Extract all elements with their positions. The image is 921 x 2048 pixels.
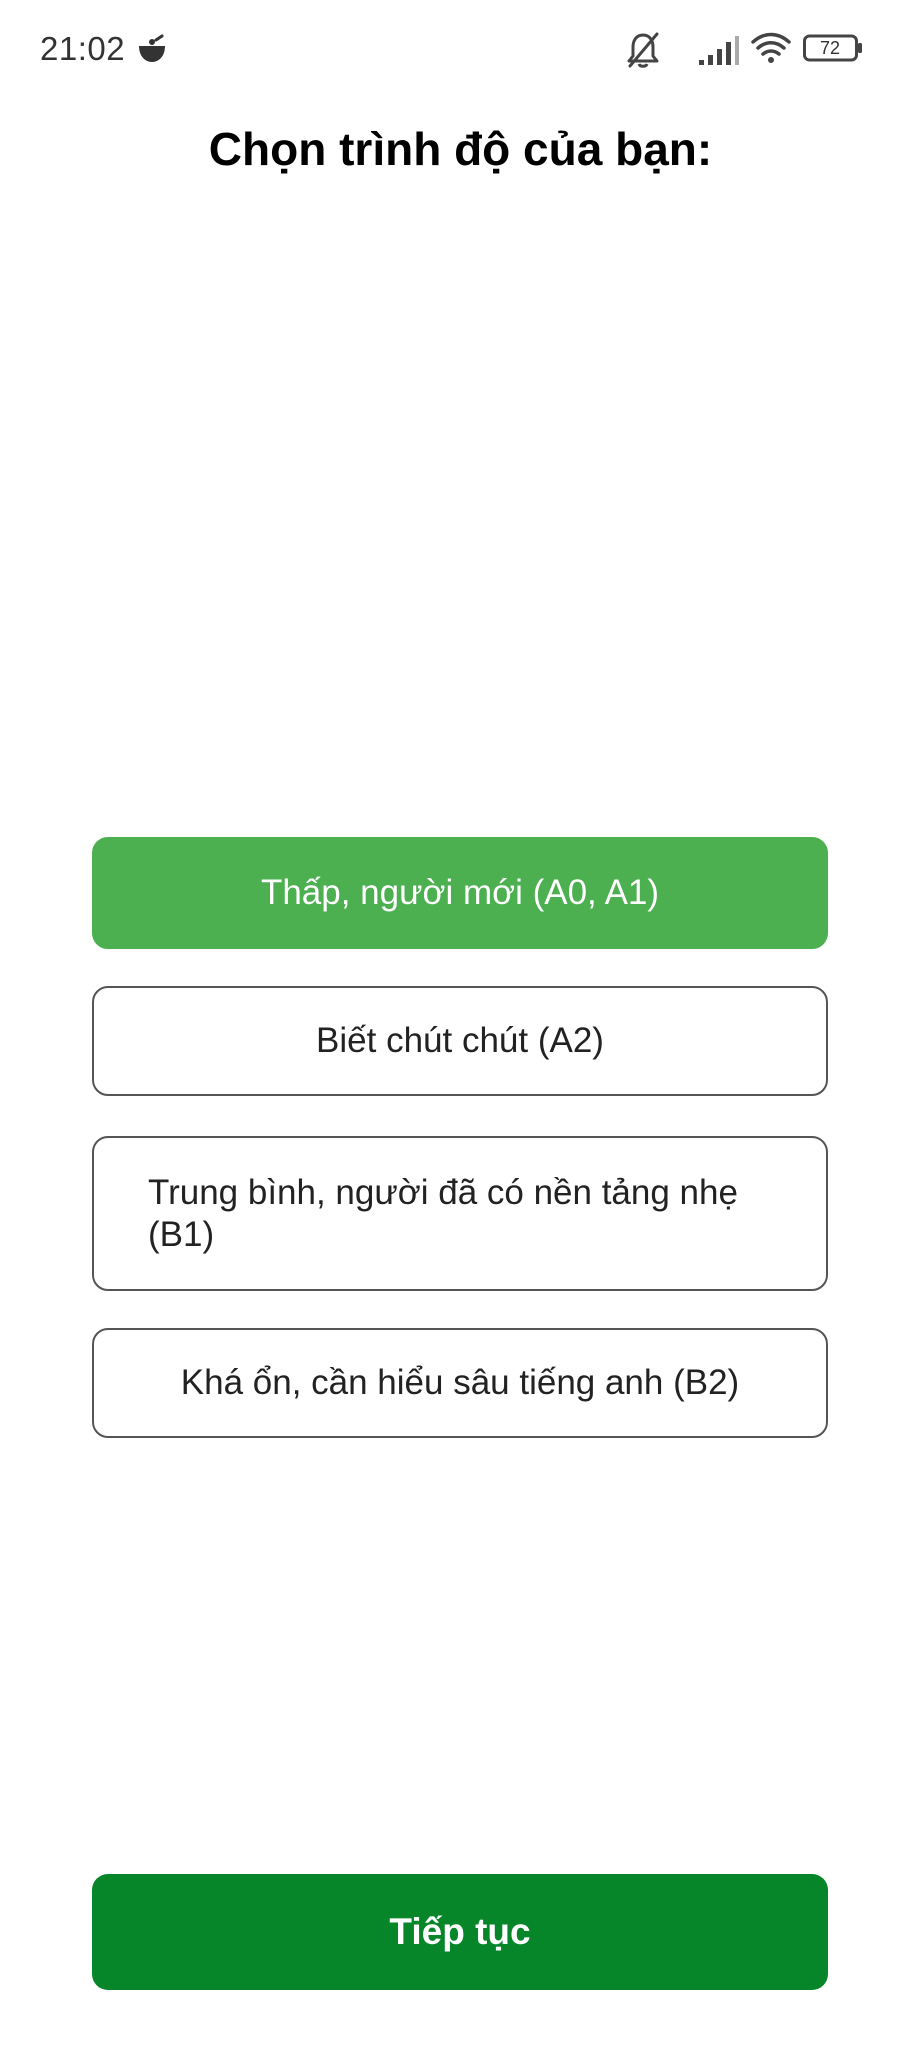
level-option-a2[interactable]: Biết chút chút (A2) <box>92 986 828 1096</box>
battery-icon: 72 <box>803 34 863 62</box>
level-option-label: Thấp, người mới (A0, A1) <box>260 873 660 912</box>
continue-button[interactable]: Tiếp tục <box>92 1874 828 1990</box>
status-bar: 21:02 72 <box>0 0 921 100</box>
page-title: Chọn trình độ của bạn: <box>208 123 713 175</box>
level-option-b2[interactable]: Khá ổn, cần hiểu sâu tiếng anh (B2) <box>92 1328 828 1438</box>
app-notification-icon <box>139 34 165 62</box>
level-option-label: Biết chút chút (A2) <box>316 1021 604 1060</box>
status-time: 21:02 <box>40 30 126 67</box>
battery-level-text: 72 <box>819 38 841 58</box>
level-option-b1[interactable]: Trung bình, người đã có nền tảng nhẹ (B1… <box>92 1136 828 1291</box>
wifi-icon <box>751 32 791 63</box>
level-option-a0-a1[interactable]: Thấp, người mới (A0, A1) <box>92 837 828 949</box>
bell-muted-icon <box>627 32 659 68</box>
continue-button-label: Tiếp tục <box>389 1911 531 1952</box>
level-option-label: Trung bình, người đã có nền tảng nhẹ (B1… <box>148 1172 738 1254</box>
level-option-label: Khá ổn, cần hiểu sâu tiếng anh (B2) <box>180 1363 740 1402</box>
cellular-signal-icon <box>699 36 739 65</box>
